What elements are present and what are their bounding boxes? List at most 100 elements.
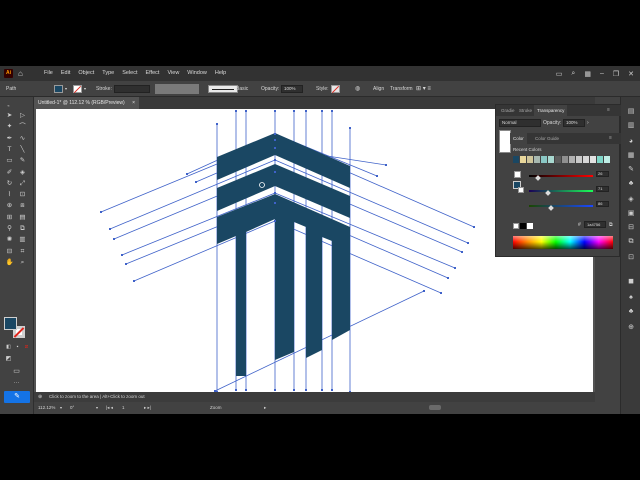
green-value[interactable]: 71: [596, 186, 609, 192]
layers-icon[interactable]: ◈: [626, 195, 636, 205]
properties-icon[interactable]: ▤: [626, 107, 636, 117]
anchor-point[interactable]: [274, 133, 276, 135]
anchor-point[interactable]: [423, 290, 425, 292]
anchor-point[interactable]: [385, 164, 387, 166]
anchor-point[interactable]: [331, 389, 333, 391]
curvature-tool-icon[interactable]: ∿: [18, 134, 27, 143]
anchor-point[interactable]: [473, 226, 475, 228]
home-icon[interactable]: ⌂: [18, 69, 27, 78]
brushes-icon[interactable]: ✎: [626, 165, 636, 175]
stroke-weight-field[interactable]: [114, 85, 150, 93]
document-tab[interactable]: Untitled-1* @ 112.12 % (RGB/Preview) ×: [34, 97, 139, 109]
menu-object[interactable]: Object: [74, 66, 98, 81]
color-panel-menu-icon[interactable]: ≡: [606, 133, 615, 144]
color-mode-icon[interactable]: ▪: [13, 343, 22, 352]
scale-tool-icon[interactable]: ⤢: [18, 179, 27, 188]
artboards-icon[interactable]: ▣: [626, 209, 636, 219]
graph-tool-icon[interactable]: ▥: [18, 235, 27, 244]
mesh-tool-icon[interactable]: ⊞: [5, 213, 14, 222]
opacity-arrow-icon[interactable]: ›: [587, 119, 589, 127]
symbols-icon[interactable]: ♣: [626, 179, 636, 189]
anchor-point[interactable]: [376, 175, 378, 177]
anchor-point[interactable]: [305, 389, 307, 391]
anchor-point[interactable]: [305, 110, 307, 112]
selection-tool-icon[interactable]: ➤: [5, 111, 14, 120]
anchor-point[interactable]: [274, 147, 276, 149]
appearance-icon[interactable]: ♠: [626, 293, 636, 303]
menu-help[interactable]: Help: [211, 66, 230, 81]
green-slider[interactable]: [529, 190, 593, 192]
tab-gradient[interactable]: Gradie: [498, 105, 518, 116]
anchor-point[interactable]: [461, 251, 463, 253]
panel-stroke-box[interactable]: [514, 171, 521, 178]
white-swatch[interactable]: [527, 223, 533, 229]
brush-definition[interactable]: [208, 85, 238, 93]
anchor-point[interactable]: [349, 127, 351, 129]
magic-wand-tool-icon[interactable]: ✦: [5, 122, 14, 131]
style-swatch[interactable]: [331, 85, 340, 93]
blue-value[interactable]: 86: [596, 201, 609, 207]
eraser-tool-icon[interactable]: ◈: [18, 168, 27, 177]
menu-view[interactable]: View: [163, 66, 183, 81]
panel-icon[interactable]: ▭: [556, 70, 563, 78]
anchor-point[interactable]: [321, 110, 323, 112]
blend-mode-select[interactable]: Normal: [499, 119, 541, 127]
anchor-point[interactable]: [274, 202, 276, 204]
red-value[interactable]: 26: [596, 171, 609, 177]
anchor-point[interactable]: [245, 110, 247, 112]
zoom-level[interactable]: 112.12%: [38, 402, 55, 414]
edit-toolbar-icon[interactable]: ✎: [4, 391, 30, 403]
fill-swatch[interactable]: [54, 85, 63, 93]
tab-stroke[interactable]: Stroke: [516, 105, 535, 116]
menu-type[interactable]: Type: [98, 66, 118, 81]
pen-tool-icon[interactable]: ✒: [5, 134, 14, 143]
direct-selection-tool-icon[interactable]: ▷: [18, 111, 27, 120]
rotation-dropdown-icon[interactable]: ▾: [96, 402, 98, 414]
menu-window[interactable]: Window: [183, 66, 211, 81]
close-tab-icon[interactable]: ×: [132, 100, 135, 106]
stroke-panel-icon[interactable]: ⊕: [626, 323, 636, 333]
anchor-point[interactable]: [235, 389, 237, 391]
color-panel-icon[interactable]: ◕: [626, 137, 636, 147]
anchor-point[interactable]: [440, 292, 442, 294]
recent-color-swatch[interactable]: [583, 156, 589, 163]
anchor-point[interactable]: [274, 139, 276, 141]
anchor-point[interactable]: [293, 389, 295, 391]
blue-slider[interactable]: [529, 205, 593, 207]
line-tool-icon[interactable]: ╲: [18, 145, 27, 154]
panel-menu-icon[interactable]: ≡: [604, 105, 613, 116]
minimize-icon[interactable]: –: [600, 70, 604, 77]
eyedropper-tool-icon[interactable]: ⚲: [5, 224, 14, 233]
anchor-point[interactable]: [186, 173, 188, 175]
opacity-field[interactable]: 100%: [281, 85, 303, 93]
anchor-point[interactable]: [274, 110, 276, 112]
anchor-point[interactable]: [274, 171, 276, 173]
menu-file[interactable]: File: [40, 66, 57, 81]
zoom-icon[interactable]: ⌕: [18, 258, 27, 267]
close-icon[interactable]: ✕: [628, 70, 634, 78]
transform-button[interactable]: Transform: [390, 81, 413, 97]
toolbar-collapse-icon[interactable]: «: [4, 101, 13, 110]
panel-stroke-small[interactable]: [518, 187, 524, 193]
anchor-point[interactable]: [195, 181, 197, 183]
anchor-point[interactable]: [235, 110, 237, 112]
none-color-icon[interactable]: ⧄: [22, 343, 31, 352]
align-icon[interactable]: ⊟: [626, 223, 636, 233]
libraries-icon[interactable]: ▥: [626, 121, 636, 131]
recent-color-swatch[interactable]: [513, 156, 519, 163]
recent-color-swatch[interactable]: [555, 156, 561, 163]
color-spectrum[interactable]: [513, 236, 613, 249]
anchor-point[interactable]: [125, 263, 127, 265]
gamut-icon[interactable]: ⧉: [609, 222, 613, 228]
restore-icon[interactable]: ❐: [613, 70, 619, 78]
stroke-swatch[interactable]: [73, 85, 82, 93]
none-swatch[interactable]: [513, 223, 519, 229]
character-icon[interactable]: ◼: [626, 277, 636, 287]
free-transform-tool-icon[interactable]: ⊡: [18, 190, 27, 199]
anchor-point[interactable]: [245, 389, 247, 391]
align-button[interactable]: Align: [373, 81, 384, 97]
gradient-tool-icon[interactable]: ▤: [18, 213, 27, 222]
recent-color-swatch[interactable]: [576, 156, 582, 163]
anchor-point[interactable]: [274, 389, 276, 391]
recent-color-swatch[interactable]: [541, 156, 547, 163]
